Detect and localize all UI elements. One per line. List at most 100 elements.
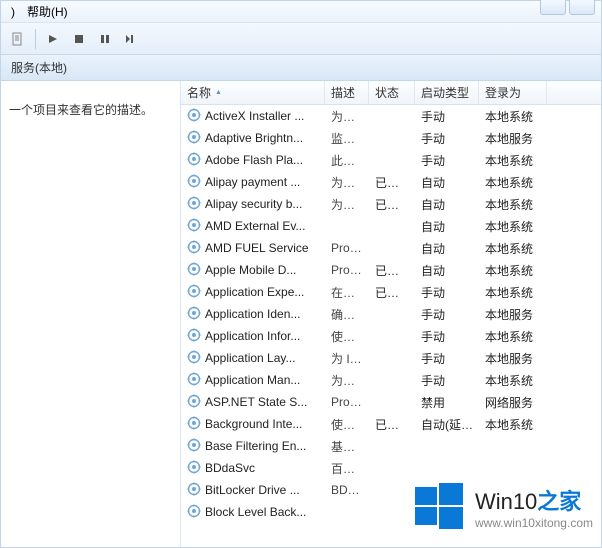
service-name-cell: Alipay payment ... (181, 174, 325, 191)
service-logon-cell: 本地系统 (479, 284, 547, 301)
service-logon-cell: 本地系统 (479, 328, 547, 345)
table-row[interactable]: Adobe Flash Pla...此服...手动本地系统 (181, 149, 601, 171)
table-row[interactable]: Base Filtering En... 基本... (181, 435, 601, 457)
service-desc-cell: Prov... (325, 395, 369, 409)
service-desc-cell: 为支... (325, 196, 369, 213)
menu-bar: ) 帮助(H) (1, 1, 601, 23)
table-row[interactable]: ActiveX Installer ...为从...手动本地系统 (181, 105, 601, 127)
service-startup-cell: 手动 (415, 152, 479, 169)
column-header-desc[interactable]: 描述 (325, 81, 369, 104)
gear-icon (187, 262, 201, 279)
column-header-status[interactable]: 状态 (369, 81, 415, 104)
toolbar-doc-icon[interactable] (7, 28, 29, 50)
service-startup-cell: 自动 (415, 174, 479, 191)
panel-header: 服务(本地) (1, 55, 601, 81)
service-desc-cell: 使用... (325, 416, 369, 433)
service-startup-cell: 自动 (415, 240, 479, 257)
description-hint: 一个项目来查看它的描述。 (9, 103, 153, 117)
window-maximize-hint[interactable] (569, 0, 595, 15)
menu-item-help[interactable]: 帮助(H) (21, 1, 74, 22)
column-header-name[interactable]: 名称 ▲ (181, 81, 325, 104)
stop-icon[interactable] (68, 28, 90, 50)
service-desc-cell: 基本... (325, 438, 369, 455)
service-startup-cell: 自动 (415, 262, 479, 279)
column-header-logon[interactable]: 登录为 (479, 81, 547, 104)
service-startup-cell: 手动 (415, 372, 479, 389)
table-row[interactable]: Background Inte... 使用...已启动自动(延迟...本地系统 (181, 413, 601, 435)
panel-title: 服务(本地) (11, 59, 67, 76)
service-logon-cell: 本地系统 (479, 416, 547, 433)
service-name-cell: Application Lay... (181, 350, 325, 367)
menu-item-close-paren[interactable]: ) (5, 3, 21, 21)
column-header-startup[interactable]: 启动类型 (415, 81, 479, 104)
table-row[interactable]: Application Infor...使用...手动本地系统 (181, 325, 601, 347)
service-logon-cell: 本地系统 (479, 262, 547, 279)
service-startup-cell: 禁用 (415, 394, 479, 411)
service-startup-cell: 手动 (415, 130, 479, 147)
table-row[interactable]: BDdaSvc百度... (181, 457, 601, 479)
gear-icon (187, 218, 201, 235)
service-name-text: Alipay payment ... (205, 175, 300, 189)
gear-icon (187, 174, 201, 191)
service-status-cell: 已启动 (369, 262, 415, 279)
gear-icon (187, 306, 201, 323)
service-startup-cell: 自动 (415, 218, 479, 235)
window-minimize-hint[interactable] (540, 0, 566, 15)
service-name-text: Base Filtering En... (205, 439, 306, 453)
table-row[interactable]: BitLocker Drive ...BDE... (181, 479, 601, 501)
service-name-text: ASP.NET State S... (205, 395, 307, 409)
service-name-cell: AMD External Ev... (181, 218, 325, 235)
service-startup-cell: 手动 (415, 108, 479, 125)
restart-icon[interactable] (120, 28, 142, 50)
description-pane: 一个项目来查看它的描述。 (1, 81, 181, 547)
table-row[interactable]: Alipay payment ...为支...已启动自动本地系统 (181, 171, 601, 193)
service-logon-cell: 本地服务 (479, 306, 547, 323)
service-startup-cell: 自动(延迟... (415, 416, 479, 433)
service-logon-cell: 本地系统 (479, 174, 547, 191)
table-row[interactable]: Application Man...为通...手动本地系统 (181, 369, 601, 391)
service-logon-cell: 本地系统 (479, 152, 547, 169)
service-desc-cell: BDE... (325, 483, 369, 497)
service-startup-cell: 手动 (415, 306, 479, 323)
table-row[interactable]: Application Lay...为 In...手动本地服务 (181, 347, 601, 369)
service-desc-cell: 使用... (325, 328, 369, 345)
table-row[interactable]: Block Level Back... (181, 501, 601, 523)
main-split: 一个项目来查看它的描述。 名称 ▲ 描述 状态 启动类型 登录为 ActiveX… (1, 81, 601, 547)
pause-icon[interactable] (94, 28, 116, 50)
service-name-text: Application Man... (205, 373, 300, 387)
service-name-text: Application Lay... (205, 351, 296, 365)
table-row[interactable]: Application Iden...确定...手动本地服务 (181, 303, 601, 325)
service-desc-cell: 为 In... (325, 350, 369, 367)
service-logon-cell: 本地服务 (479, 350, 547, 367)
gear-icon (187, 482, 201, 499)
sort-ascending-icon: ▲ (215, 89, 222, 96)
gear-icon (187, 416, 201, 433)
service-status-cell: 已启动 (369, 196, 415, 213)
service-logon-cell: 本地系统 (479, 218, 547, 235)
table-row[interactable]: AMD External Ev... 自动本地系统 (181, 215, 601, 237)
play-icon[interactable] (42, 28, 64, 50)
table-row[interactable]: Alipay security b...为支...已启动自动本地系统 (181, 193, 601, 215)
service-logon-cell: 本地系统 (479, 196, 547, 213)
service-name-cell: AMD FUEL Service (181, 240, 325, 257)
service-name-text: Adobe Flash Pla... (205, 153, 303, 167)
service-logon-cell: 本地系统 (479, 372, 547, 389)
service-startup-cell: 手动 (415, 284, 479, 301)
service-desc-cell: Prov... (325, 241, 369, 255)
gear-icon (187, 108, 201, 125)
table-row[interactable]: Apple Mobile D...Prov...已启动自动本地系统 (181, 259, 601, 281)
service-status-cell: 已启动 (369, 416, 415, 433)
gear-icon (187, 130, 201, 147)
service-desc-cell: 为支... (325, 174, 369, 191)
table-row[interactable]: Application Expe...在应...已启动手动本地系统 (181, 281, 601, 303)
table-row[interactable]: Adaptive Brightn...监视...手动本地服务 (181, 127, 601, 149)
table-row[interactable]: AMD FUEL ServiceProv...自动本地系统 (181, 237, 601, 259)
service-status-cell: 已启动 (369, 284, 415, 301)
service-name-text: Background Inte... (205, 417, 302, 431)
gear-icon (187, 284, 201, 301)
service-name-text: Block Level Back... (205, 505, 306, 519)
service-desc-cell: Prov... (325, 263, 369, 277)
gear-icon (187, 350, 201, 367)
table-row[interactable]: ASP.NET State S...Prov...禁用网络服务 (181, 391, 601, 413)
service-name-text: Application Infor... (205, 329, 300, 343)
